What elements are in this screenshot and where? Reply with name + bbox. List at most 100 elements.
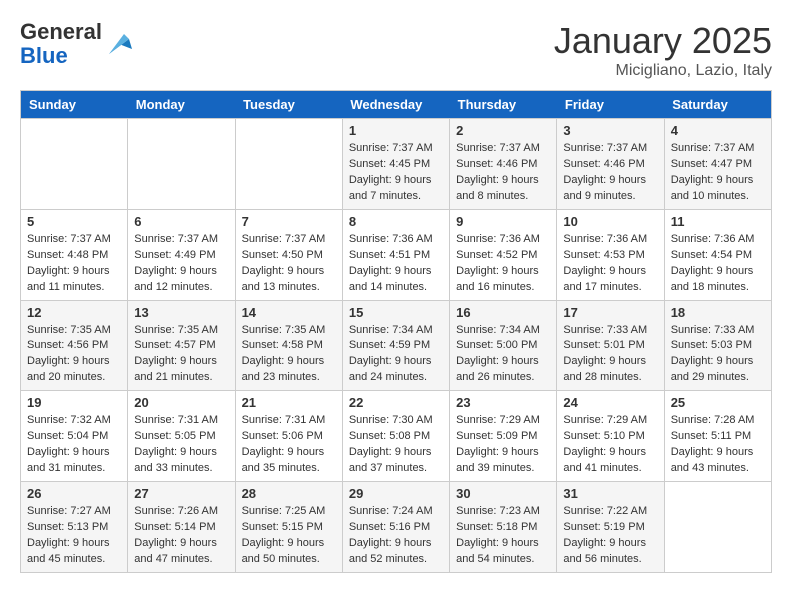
calendar-day: 1 Sunrise: 7:37 AMSunset: 4:45 PMDaylight… bbox=[342, 119, 449, 210]
calendar-day: 23 Sunrise: 7:29 AMSunset: 5:09 PMDayligh… bbox=[450, 391, 557, 482]
calendar-day: 3Sunrise: 7:37 AMSunset: 4:46 PMDaylight… bbox=[557, 119, 664, 210]
day-info: Sunrise: 7:36 AMSunset: 4:52 PMDaylight:… bbox=[456, 232, 550, 296]
calendar-day: 17 Sunrise: 7:33 AMSunset: 5:01 PMDayligh… bbox=[557, 300, 664, 391]
day-number: 31 bbox=[563, 486, 657, 501]
day-info: Sunrise: 7:23 AMSunset: 5:18 PMDaylight:… bbox=[456, 504, 550, 568]
weekday-header-row: SundayMondayTuesdayWednesdayThursdayFrid… bbox=[21, 91, 772, 119]
day-number: 14 bbox=[242, 305, 336, 320]
day-number: 7 bbox=[242, 214, 336, 229]
day-info: Sunrise: 7:25 AMSunset: 5:15 PMDaylight:… bbox=[242, 504, 336, 568]
day-number: 2 bbox=[456, 123, 550, 138]
calendar-day bbox=[664, 482, 771, 573]
calendar-day bbox=[128, 119, 235, 210]
calendar-day: 10 Sunrise: 7:36 AMSunset: 4:53 PMDayligh… bbox=[557, 209, 664, 300]
calendar-day: 25 Sunrise: 7:28 AMSunset: 5:11 PMDayligh… bbox=[664, 391, 771, 482]
day-number: 24 bbox=[563, 395, 657, 410]
day-info: Sunrise: 7:36 AMSunset: 4:54 PMDaylight:… bbox=[671, 232, 765, 296]
day-number: 5 bbox=[27, 214, 121, 229]
calendar-day: 21 Sunrise: 7:31 AMSunset: 5:06 PMDayligh… bbox=[235, 391, 342, 482]
day-number: 23 bbox=[456, 395, 550, 410]
month-title: January 2025 bbox=[554, 20, 772, 62]
day-info: Sunrise: 7:37 AMSunset: 4:48 PMDaylight:… bbox=[27, 232, 121, 296]
day-info: Sunrise: 7:37 AMSunset: 4:47 PMDaylight:… bbox=[671, 141, 765, 205]
day-number: 18 bbox=[671, 305, 765, 320]
day-number: 6 bbox=[134, 214, 228, 229]
day-number: 13 bbox=[134, 305, 228, 320]
day-info: Sunrise: 7:35 AMSunset: 4:58 PMDaylight:… bbox=[242, 323, 336, 387]
day-number: 4 bbox=[671, 123, 765, 138]
location-title: Micigliano, Lazio, Italy bbox=[554, 62, 772, 80]
day-number: 28 bbox=[242, 486, 336, 501]
calendar-day: 15Sunrise: 7:34 AMSunset: 4:59 PMDayligh… bbox=[342, 300, 449, 391]
calendar-day: 20 Sunrise: 7:31 AMSunset: 5:05 PMDayligh… bbox=[128, 391, 235, 482]
logo-icon bbox=[104, 29, 134, 59]
calendar-week-row: 5 Sunrise: 7:37 AMSunset: 4:48 PMDaylight… bbox=[21, 209, 772, 300]
title-area: January 2025 Micigliano, Lazio, Italy bbox=[554, 20, 772, 80]
day-info: Sunrise: 7:24 AMSunset: 5:16 PMDaylight:… bbox=[349, 504, 443, 568]
day-info: Sunrise: 7:28 AMSunset: 5:11 PMDaylight:… bbox=[671, 413, 765, 477]
weekday-header-wednesday: Wednesday bbox=[342, 91, 449, 119]
calendar-day: 13 Sunrise: 7:35 AMSunset: 4:57 PMDayligh… bbox=[128, 300, 235, 391]
day-info: Sunrise: 7:37 AMSunset: 4:49 PMDaylight:… bbox=[134, 232, 228, 296]
calendar-day: 16Sunrise: 7:34 AMSunset: 5:00 PMDayligh… bbox=[450, 300, 557, 391]
calendar-day: 11 Sunrise: 7:36 AMSunset: 4:54 PMDayligh… bbox=[664, 209, 771, 300]
day-info: Sunrise: 7:34 AMSunset: 4:59 PMDaylight:… bbox=[349, 323, 443, 387]
page-header: General Blue January 2025 Micigliano, La… bbox=[20, 20, 772, 80]
day-info: Sunrise: 7:30 AMSunset: 5:08 PMDaylight:… bbox=[349, 413, 443, 477]
day-info: Sunrise: 7:35 AMSunset: 4:57 PMDaylight:… bbox=[134, 323, 228, 387]
calendar-day: 27Sunrise: 7:26 AMSunset: 5:14 PMDayligh… bbox=[128, 482, 235, 573]
day-info: Sunrise: 7:32 AMSunset: 5:04 PMDaylight:… bbox=[27, 413, 121, 477]
day-number: 30 bbox=[456, 486, 550, 501]
calendar-day: 2 Sunrise: 7:37 AMSunset: 4:46 PMDaylight… bbox=[450, 119, 557, 210]
day-number: 11 bbox=[671, 214, 765, 229]
calendar-day: 28 Sunrise: 7:25 AMSunset: 5:15 PMDayligh… bbox=[235, 482, 342, 573]
day-info: Sunrise: 7:37 AMSunset: 4:50 PMDaylight:… bbox=[242, 232, 336, 296]
calendar-day: 6 Sunrise: 7:37 AMSunset: 4:49 PMDaylight… bbox=[128, 209, 235, 300]
day-number: 26 bbox=[27, 486, 121, 501]
calendar-day: 7 Sunrise: 7:37 AMSunset: 4:50 PMDaylight… bbox=[235, 209, 342, 300]
calendar-week-row: 12Sunrise: 7:35 AMSunset: 4:56 PMDayligh… bbox=[21, 300, 772, 391]
weekday-header-sunday: Sunday bbox=[21, 91, 128, 119]
day-info: Sunrise: 7:29 AMSunset: 5:09 PMDaylight:… bbox=[456, 413, 550, 477]
calendar-day: 22 Sunrise: 7:30 AMSunset: 5:08 PMDayligh… bbox=[342, 391, 449, 482]
day-info: Sunrise: 7:37 AMSunset: 4:46 PMDaylight:… bbox=[563, 141, 657, 205]
day-info: Sunrise: 7:31 AMSunset: 5:06 PMDaylight:… bbox=[242, 413, 336, 477]
weekday-header-saturday: Saturday bbox=[664, 91, 771, 119]
calendar-day: 8Sunrise: 7:36 AMSunset: 4:51 PMDaylight… bbox=[342, 209, 449, 300]
day-number: 22 bbox=[349, 395, 443, 410]
calendar-day: 4 Sunrise: 7:37 AMSunset: 4:47 PMDaylight… bbox=[664, 119, 771, 210]
calendar-day: 26Sunrise: 7:27 AMSunset: 5:13 PMDayligh… bbox=[21, 482, 128, 573]
day-info: Sunrise: 7:36 AMSunset: 4:53 PMDaylight:… bbox=[563, 232, 657, 296]
day-number: 8 bbox=[349, 214, 443, 229]
day-number: 25 bbox=[671, 395, 765, 410]
day-info: Sunrise: 7:33 AMSunset: 5:03 PMDaylight:… bbox=[671, 323, 765, 387]
day-number: 19 bbox=[27, 395, 121, 410]
day-number: 1 bbox=[349, 123, 443, 138]
day-info: Sunrise: 7:22 AMSunset: 5:19 PMDaylight:… bbox=[563, 504, 657, 568]
weekday-header-thursday: Thursday bbox=[450, 91, 557, 119]
day-info: Sunrise: 7:37 AMSunset: 4:46 PMDaylight:… bbox=[456, 141, 550, 205]
calendar-table: SundayMondayTuesdayWednesdayThursdayFrid… bbox=[20, 90, 772, 573]
day-info: Sunrise: 7:26 AMSunset: 5:14 PMDaylight:… bbox=[134, 504, 228, 568]
day-number: 17 bbox=[563, 305, 657, 320]
calendar-day: 5 Sunrise: 7:37 AMSunset: 4:48 PMDaylight… bbox=[21, 209, 128, 300]
logo-blue: Blue bbox=[20, 43, 68, 68]
day-number: 9 bbox=[456, 214, 550, 229]
calendar-day: 14 Sunrise: 7:35 AMSunset: 4:58 PMDayligh… bbox=[235, 300, 342, 391]
weekday-header-friday: Friday bbox=[557, 91, 664, 119]
calendar-day: 29 Sunrise: 7:24 AMSunset: 5:16 PMDayligh… bbox=[342, 482, 449, 573]
day-number: 20 bbox=[134, 395, 228, 410]
day-number: 16 bbox=[456, 305, 550, 320]
day-info: Sunrise: 7:31 AMSunset: 5:05 PMDaylight:… bbox=[134, 413, 228, 477]
day-info: Sunrise: 7:33 AMSunset: 5:01 PMDaylight:… bbox=[563, 323, 657, 387]
day-number: 29 bbox=[349, 486, 443, 501]
calendar-week-row: 1 Sunrise: 7:37 AMSunset: 4:45 PMDaylight… bbox=[21, 119, 772, 210]
logo-general: General bbox=[20, 19, 102, 44]
day-number: 21 bbox=[242, 395, 336, 410]
day-number: 10 bbox=[563, 214, 657, 229]
day-info: Sunrise: 7:29 AMSunset: 5:10 PMDaylight:… bbox=[563, 413, 657, 477]
calendar-day: 19 Sunrise: 7:32 AMSunset: 5:04 PMDayligh… bbox=[21, 391, 128, 482]
calendar-day: 18 Sunrise: 7:33 AMSunset: 5:03 PMDayligh… bbox=[664, 300, 771, 391]
calendar-day bbox=[21, 119, 128, 210]
day-info: Sunrise: 7:37 AMSunset: 4:45 PMDaylight:… bbox=[349, 141, 443, 205]
